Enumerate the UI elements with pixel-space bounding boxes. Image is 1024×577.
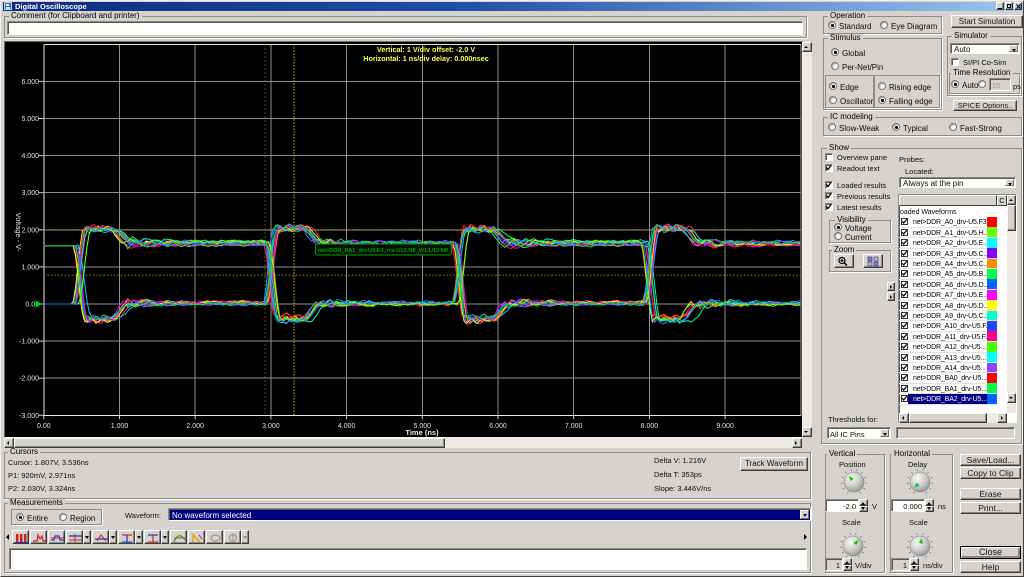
svg-text:0.00: 0.00 — [37, 423, 51, 430]
svg-text:2.000: 2.000 — [21, 227, 39, 234]
svg-text:Vertical: 1 V/div offset: -2: Vertical: 1 V/div offset: -2.0 V — [377, 45, 475, 54]
svg-text:net>DDR_BA1_drv-U5.E1_rcv-U12.: net>DDR_BA1_drv-U5.E1_rcv-U12.N8_W1/U12.… — [318, 248, 448, 254]
svg-text:Horizontal: 1 ns/div delay: 0: Horizontal: 1 ns/div delay: 0.000nsec — [363, 54, 488, 63]
svg-text:Voltage - V-: Voltage - V- — [14, 213, 23, 252]
svg-text:7.000: 7.000 — [565, 423, 583, 430]
svg-text:-3.000: -3.000 — [19, 413, 39, 420]
svg-text:2.000: 2.000 — [186, 423, 204, 430]
svg-text:3.000: 3.000 — [262, 423, 280, 430]
svg-text:3.000: 3.000 — [21, 190, 39, 197]
svg-text:4.000: 4.000 — [21, 153, 39, 160]
svg-text:8.000: 8.000 — [641, 423, 659, 430]
svg-text:Time (ns): Time (ns) — [405, 428, 439, 437]
svg-text:6.000: 6.000 — [489, 423, 507, 430]
svg-text:-1.000: -1.000 — [19, 339, 39, 346]
svg-text:4.000: 4.000 — [338, 423, 356, 430]
svg-text:9.000: 9.000 — [716, 423, 734, 430]
svg-text:1.000: 1.000 — [21, 264, 39, 271]
svg-text:-2.000: -2.000 — [19, 376, 39, 383]
svg-text:1.000: 1.000 — [111, 423, 129, 430]
svg-text:6.000: 6.000 — [21, 79, 39, 86]
svg-text:5.000: 5.000 — [21, 116, 39, 123]
